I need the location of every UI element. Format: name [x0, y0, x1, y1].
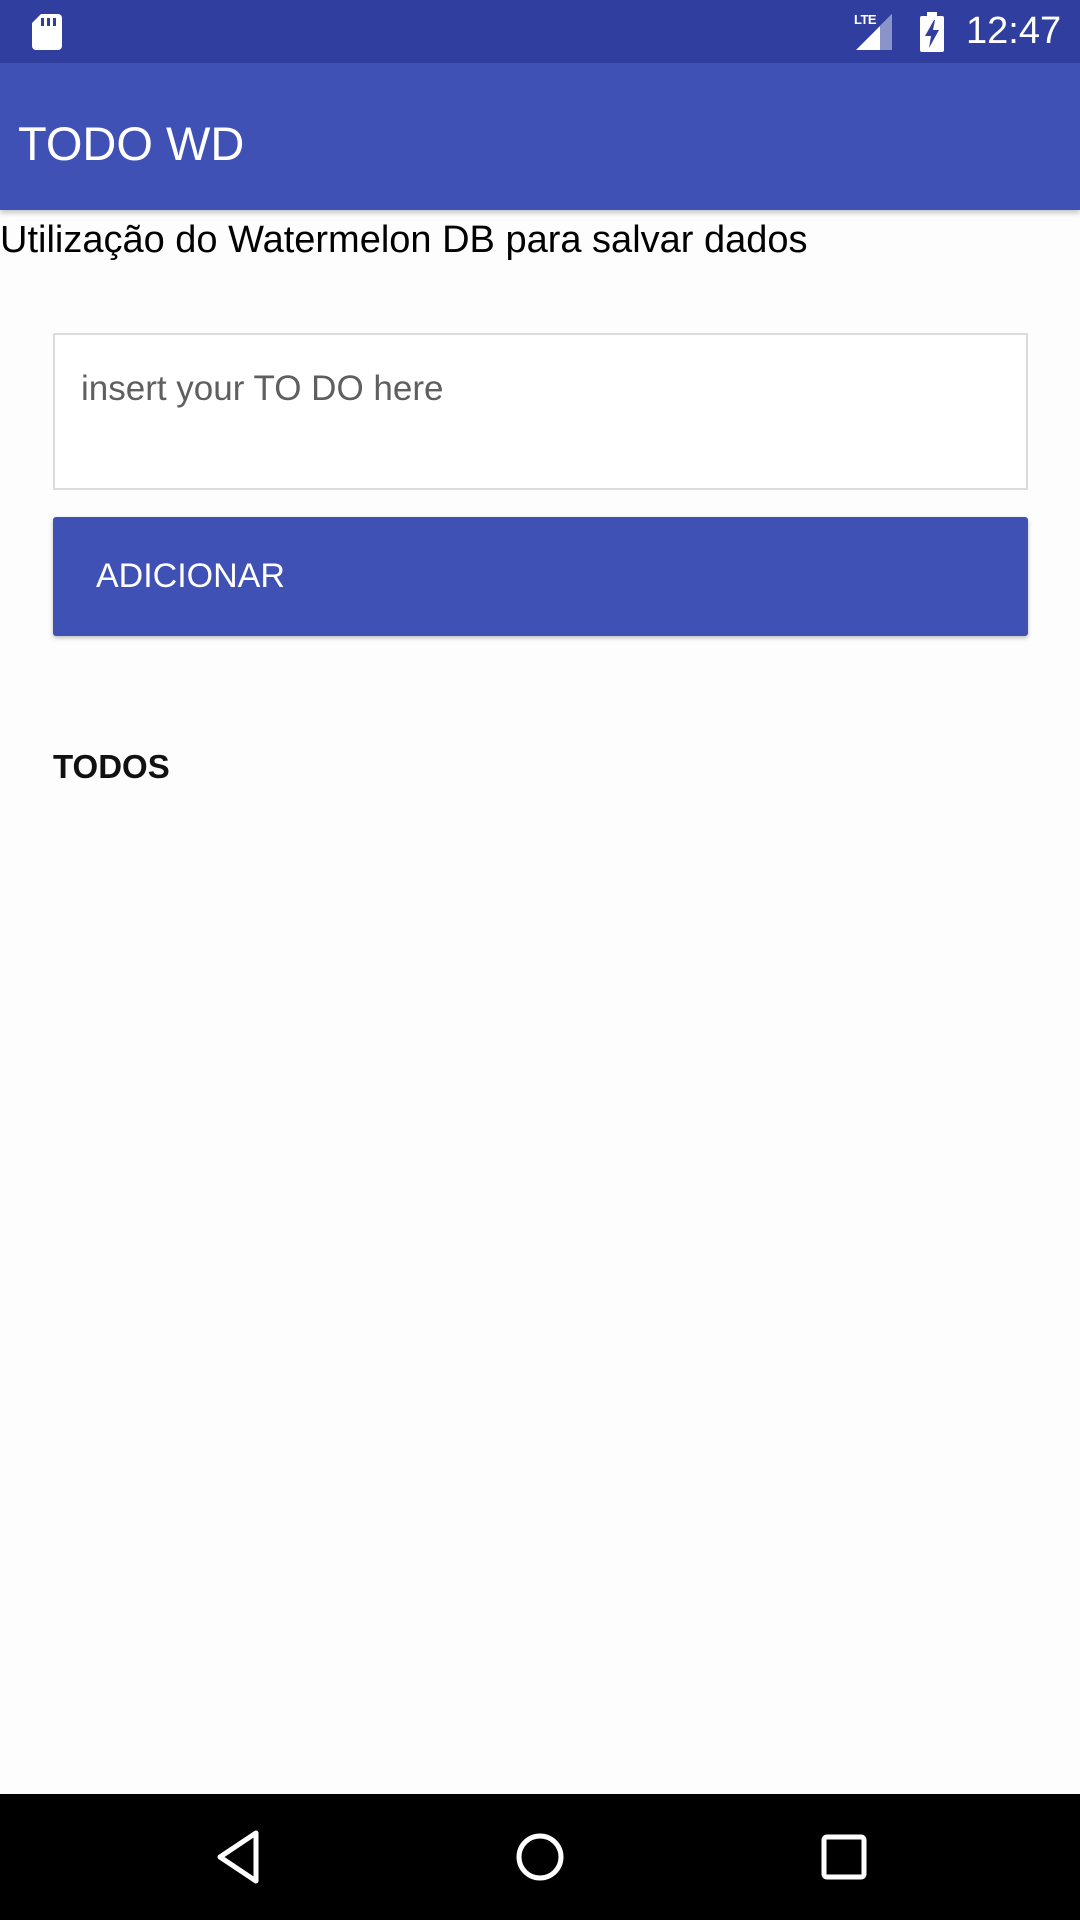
todo-input[interactable] — [53, 333, 1028, 490]
home-icon[interactable] — [510, 1827, 570, 1887]
navigation-bar — [0, 1794, 1080, 1920]
battery-charging-icon — [920, 12, 944, 52]
recents-icon[interactable] — [814, 1827, 874, 1887]
todos-heading: TODOS — [53, 748, 170, 785]
add-todo-button[interactable]: ADICIONAR — [53, 517, 1028, 636]
status-bar: LTE 12:47 — [0, 0, 1080, 63]
app-bar: TODO WD — [0, 63, 1080, 210]
network-type-label: LTE — [854, 12, 877, 27]
page-subtitle: Utilização do Watermelon DB para salvar … — [0, 219, 808, 261]
status-clock: 12:47 — [966, 10, 1062, 52]
sd-card-icon — [32, 14, 62, 50]
app-title: TODO WD — [18, 117, 245, 170]
back-icon[interactable] — [210, 1827, 270, 1887]
